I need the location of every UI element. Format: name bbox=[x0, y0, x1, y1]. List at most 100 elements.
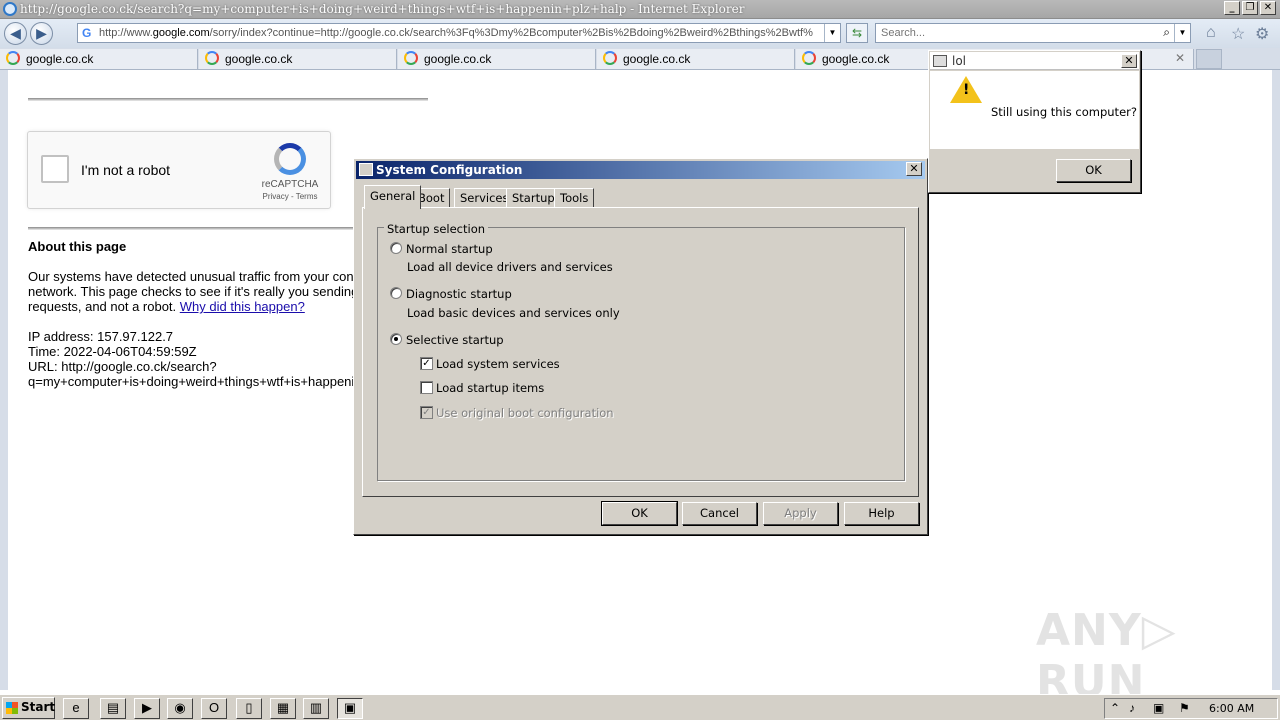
diagnostic-startup-desc: Load basic devices and services only bbox=[407, 306, 620, 320]
msconfig-taskbar-icon[interactable]: ▣ bbox=[337, 698, 363, 719]
network-icon[interactable]: ▣ bbox=[1153, 701, 1164, 715]
search-dropdown-button[interactable]: ▼ bbox=[1174, 24, 1190, 42]
message-title: lol bbox=[952, 54, 967, 68]
msconfig-icon bbox=[359, 163, 373, 176]
diagnostic-startup-label[interactable]: Diagnostic startup bbox=[406, 287, 512, 301]
tab-label: google.co.ck bbox=[623, 52, 691, 66]
about-title: About this page bbox=[28, 239, 127, 254]
home-icon[interactable]: ⌂ bbox=[1206, 24, 1216, 42]
divider bbox=[28, 98, 428, 101]
star-icon[interactable]: ☆ bbox=[1231, 24, 1245, 44]
internet-explorer-taskbar-icon[interactable]: e bbox=[63, 698, 89, 719]
calculator-taskbar-icon[interactable]: ▥ bbox=[303, 698, 329, 719]
action-center-flag-icon[interactable]: ⚑ bbox=[1179, 701, 1190, 715]
search-icon[interactable]: ⌕ bbox=[1163, 25, 1170, 40]
anyrun-watermark: ANY▷RUN bbox=[1036, 605, 1280, 707]
recaptcha-brand: reCAPTCHA bbox=[261, 179, 319, 190]
selective-startup-radio[interactable] bbox=[390, 333, 402, 345]
folder-taskbar-icon[interactable]: ▤ bbox=[100, 698, 126, 719]
browser-tab[interactable]: google.co.ck bbox=[398, 49, 596, 69]
browser-tab[interactable]: google.co.ck bbox=[597, 49, 795, 69]
chrome-taskbar-icon[interactable]: ◉ bbox=[167, 698, 193, 719]
load-system-services-checkbox[interactable]: ✓ bbox=[420, 357, 433, 370]
restore-button[interactable]: ❐ bbox=[1242, 1, 1258, 15]
start-button[interactable]: Start bbox=[2, 697, 55, 719]
diagnostic-startup-radio[interactable] bbox=[390, 287, 402, 299]
normal-startup-label[interactable]: Normal startup bbox=[406, 242, 493, 256]
google-favicon-icon bbox=[802, 51, 816, 65]
about-text-line: requests, and not a robot. Why did this … bbox=[28, 299, 305, 314]
google-favicon-icon bbox=[205, 51, 219, 65]
tab-label: google.co.ck bbox=[26, 52, 94, 66]
time-text: Time: 2022-04-06T04:59:59Z bbox=[28, 344, 197, 359]
watermark-left: ANY bbox=[1036, 605, 1142, 656]
normal-startup-radio[interactable] bbox=[390, 242, 402, 254]
new-tab-button[interactable] bbox=[1196, 49, 1222, 69]
google-favicon-icon: G bbox=[82, 26, 92, 40]
media-player-taskbar-icon[interactable]: ▶ bbox=[134, 698, 160, 719]
window-controls: _ ❐ ✕ bbox=[1224, 1, 1276, 15]
load-system-services-label[interactable]: Load system services bbox=[436, 357, 560, 371]
address-url[interactable]: http://www.google.com/sorry/index?contin… bbox=[99, 27, 821, 39]
lol-message-box: lol ✕ ! Still using this computer? OK bbox=[928, 50, 1141, 193]
opera-taskbar-icon[interactable]: O bbox=[201, 698, 227, 719]
forward-button[interactable]: ▶ bbox=[30, 22, 53, 45]
captcha-checkbox[interactable] bbox=[41, 155, 69, 183]
close-button[interactable]: ✕ bbox=[906, 162, 922, 176]
load-startup-items-checkbox[interactable] bbox=[420, 381, 433, 394]
clock[interactable]: 6:00 AM bbox=[1209, 702, 1254, 715]
minimize-button[interactable]: _ bbox=[1224, 1, 1240, 15]
selective-startup-label[interactable]: Selective startup bbox=[406, 333, 504, 347]
close-button[interactable]: ✕ bbox=[1121, 54, 1137, 68]
navigation-bar: ◀ ▶ G http://www.google.com/sorry/index?… bbox=[0, 19, 1280, 48]
show-hidden-icons-icon[interactable]: ⌃ bbox=[1110, 701, 1120, 715]
search-input[interactable] bbox=[876, 24, 1156, 42]
play-icon: ▷ bbox=[1141, 605, 1177, 656]
about-text-line: Our systems have detected unusual traffi… bbox=[28, 269, 354, 284]
url-text: q=my+computer+is+doing+weird+things+wtf+… bbox=[28, 374, 355, 389]
tab-label: google.co.ck bbox=[822, 52, 890, 66]
tab-general[interactable]: General bbox=[364, 185, 422, 209]
load-startup-items-label[interactable]: Load startup items bbox=[436, 381, 544, 395]
system-tray: ⌃ ♪ ▣ ⚑ 6:00 AM bbox=[1104, 698, 1278, 719]
help-button[interactable]: Help bbox=[844, 502, 919, 525]
divider bbox=[28, 227, 354, 230]
cancel-button[interactable]: Cancel bbox=[682, 502, 757, 525]
forward-arrow-icon: ▶ bbox=[36, 25, 47, 41]
startup-selection-label: Startup selection bbox=[384, 222, 489, 236]
ok-button[interactable]: OK bbox=[1056, 159, 1131, 182]
warning-exclamation: ! bbox=[963, 82, 970, 98]
start-label: Start bbox=[21, 700, 56, 714]
address-dropdown-button[interactable]: ▼ bbox=[824, 24, 840, 42]
tab-startup[interactable]: Startup bbox=[506, 188, 561, 208]
dialog-title-bar[interactable]: System Configuration bbox=[356, 161, 925, 179]
tab-close-icon[interactable]: ✕ bbox=[1175, 51, 1185, 65]
ip-address: IP address: 157.97.122.7 bbox=[28, 329, 174, 344]
gear-icon[interactable]: ⚙ bbox=[1255, 24, 1269, 44]
app-taskbar-icon[interactable]: ▦ bbox=[270, 698, 296, 719]
browser-tab[interactable]: google.co.ck bbox=[0, 49, 198, 69]
refresh-button[interactable]: ⇆ bbox=[846, 23, 868, 43]
dialog-title: System Configuration bbox=[376, 163, 523, 177]
address-bar[interactable]: G http://www.google.com/sorry/index?cont… bbox=[77, 23, 841, 43]
close-window-button[interactable]: ✕ bbox=[1260, 1, 1276, 15]
search-box[interactable]: ⌕ ▼ bbox=[875, 23, 1191, 43]
internet-explorer-icon bbox=[3, 2, 17, 16]
tab-tools[interactable]: Tools bbox=[554, 188, 595, 208]
ok-button[interactable]: OK bbox=[601, 501, 678, 526]
tab-label: google.co.ck bbox=[225, 52, 293, 66]
volume-icon[interactable]: ♪ bbox=[1129, 701, 1135, 715]
back-button[interactable]: ◀ bbox=[4, 22, 27, 45]
google-favicon-icon bbox=[6, 51, 20, 65]
back-arrow-icon: ◀ bbox=[10, 25, 21, 41]
message-title-bar[interactable]: lol bbox=[930, 52, 1139, 70]
recaptcha-widget: I'm not a robot reCAPTCHA Privacy - Term… bbox=[27, 131, 331, 209]
url-rest: /sorry/index?continue=http://google.co.c… bbox=[209, 27, 813, 39]
notepad-taskbar-icon[interactable]: ▯ bbox=[236, 698, 262, 719]
url-text: URL: http://google.co.ck/search? bbox=[28, 359, 217, 374]
why-link[interactable]: Why did this happen? bbox=[180, 299, 305, 314]
recaptcha-privacy-terms[interactable]: Privacy - Terms bbox=[254, 192, 326, 201]
tab-label: google.co.ck bbox=[424, 52, 492, 66]
browser-tab[interactable]: google.co.ck bbox=[199, 49, 397, 69]
url-prefix: http://www. bbox=[99, 27, 153, 39]
